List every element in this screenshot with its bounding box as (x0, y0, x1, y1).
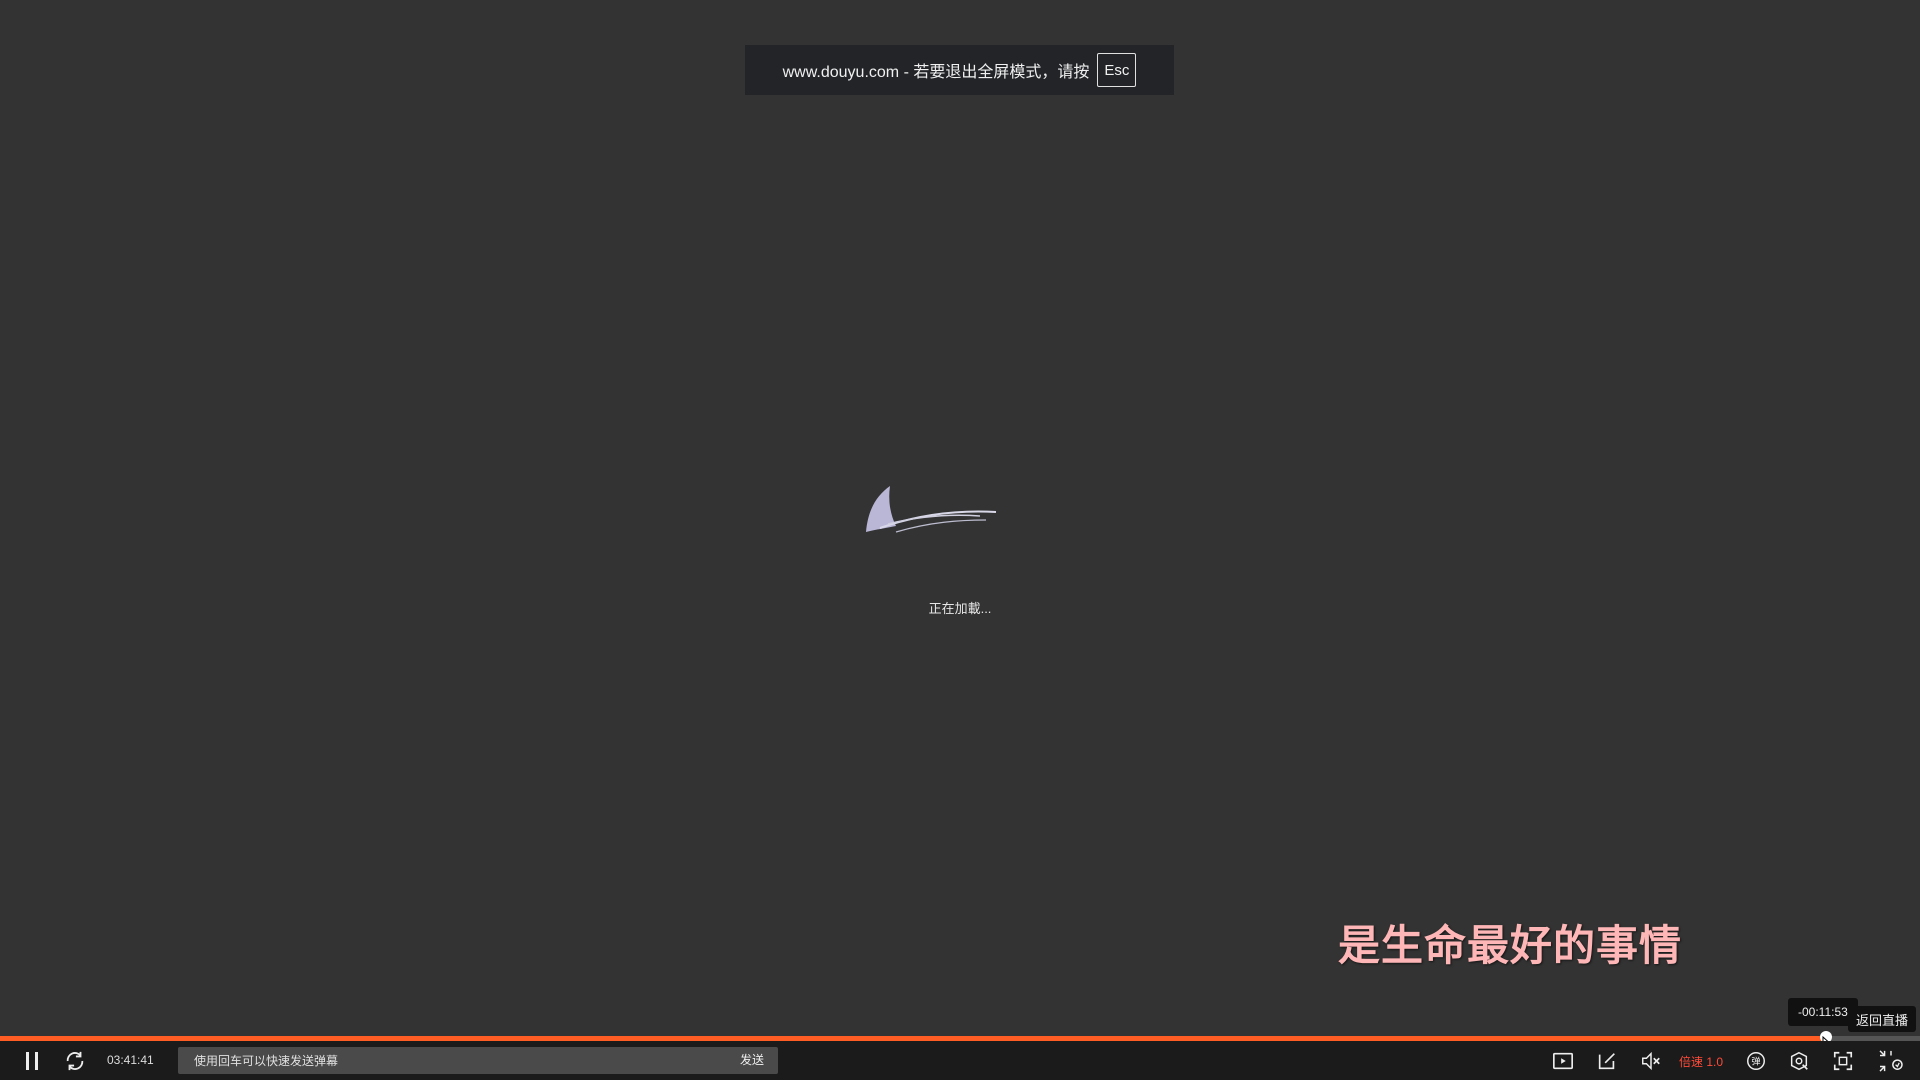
danmaku-toggle-icon: 弹 (1747, 1052, 1765, 1070)
danmaku-settings-button[interactable] (1786, 1049, 1812, 1073)
pause-icon (26, 1052, 29, 1070)
volume-muted-icon (1642, 1051, 1660, 1071)
loading-shark-fin-icon (866, 486, 997, 533)
send-danmaku-button[interactable]: 发送 (736, 1047, 768, 1074)
refresh-button[interactable] (62, 1049, 88, 1073)
web-fullscreen-button[interactable] (1830, 1049, 1856, 1073)
pause-button[interactable] (20, 1049, 44, 1073)
edit-icon (1598, 1053, 1615, 1070)
danmaku-input[interactable] (178, 1047, 718, 1074)
exit-fullscreen-icon (1879, 1050, 1903, 1072)
back-to-live-button[interactable]: 返回直播 (1848, 1006, 1917, 1032)
fullscreen-notice-text: www.douyu.com - 若要退出全屏模式，请按 (782, 64, 1090, 81)
fullscreen-exit-notice: www.douyu.com - 若要退出全屏模式，请按 Esc (745, 45, 1174, 95)
danmaku-comment: 是生命最好的事情 (1338, 921, 1683, 970)
mute-button[interactable] (1638, 1049, 1664, 1073)
exit-fullscreen-button[interactable] (1874, 1049, 1908, 1073)
pause-icon-bar (35, 1052, 38, 1070)
current-time: 03:41:41 (107, 1053, 154, 1067)
web-fullscreen-icon (1833, 1051, 1853, 1071)
danmaku-toggle-button[interactable]: 弹 (1743, 1049, 1769, 1073)
control-bar: 03:41:41 发送 倍速 1.0 (0, 1041, 1920, 1080)
playback-speed-button[interactable]: 倍速 1.0 (1676, 1049, 1726, 1073)
danmaku-send-box: 发送 (178, 1047, 778, 1074)
loading-text: 正在加載... (928, 601, 992, 616)
refresh-icon (66, 1051, 84, 1071)
video-player[interactable]: www.douyu.com - 若要退出全屏模式，请按 Esc 正在加載... … (0, 0, 1920, 1080)
picture-in-picture-button[interactable] (1550, 1049, 1576, 1073)
video-window-icon (1553, 1052, 1573, 1070)
danmaku-settings-icon (1790, 1051, 1808, 1071)
danmaku-toggle-label: 弹 (1751, 1056, 1760, 1068)
esc-key-hint: Esc (1097, 53, 1137, 87)
edit-button[interactable] (1594, 1049, 1620, 1073)
